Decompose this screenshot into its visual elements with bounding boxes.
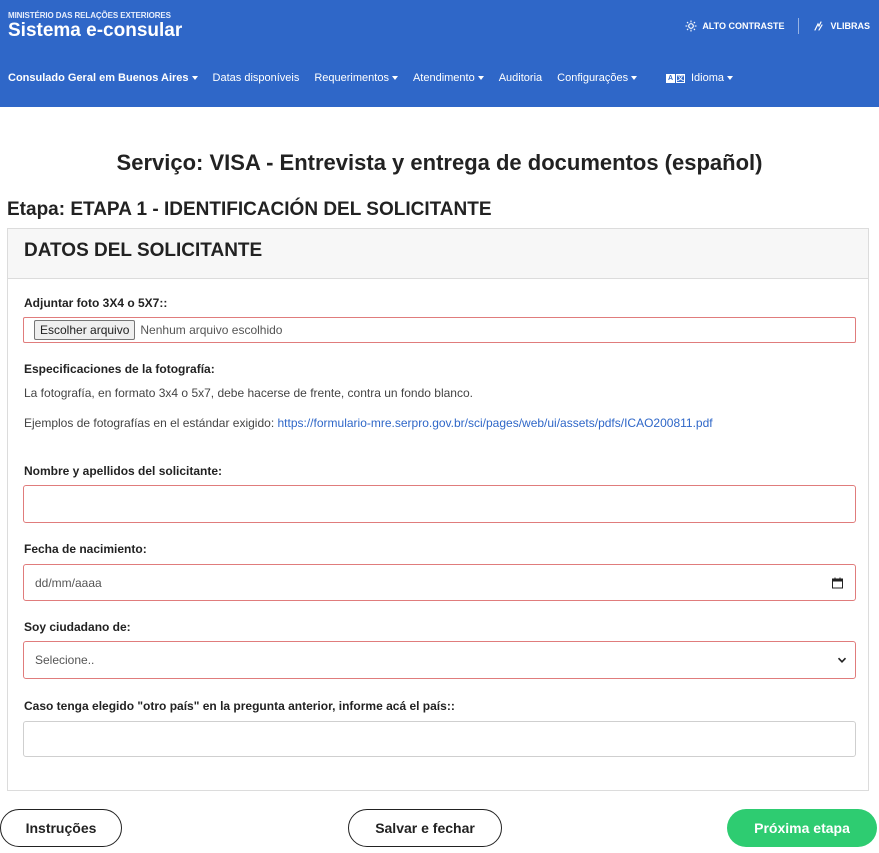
name-label: Nombre y apellidos del solicitante: [24, 464, 223, 478]
photo-spec-label: Especificaciones de la fotografía: [24, 362, 215, 376]
nav-attendance[interactable]: Atendimento [413, 72, 484, 84]
caret-down-icon [727, 76, 734, 80]
stage-title: Etapa: ETAPA 1 - IDENTIFICACIÓN DEL SOLI… [7, 199, 492, 220]
nav-consulate[interactable]: Consulado Geral em Buenos Aires [8, 72, 198, 84]
name-input[interactable] [23, 485, 856, 523]
other-country-input[interactable] [23, 721, 856, 757]
nav-settings[interactable]: Configurações [557, 72, 638, 84]
choose-file-button[interactable]: Escolher arquivo [34, 320, 136, 340]
nav-requests[interactable]: Requerimentos [314, 72, 398, 84]
photo-file-input[interactable]: Escolher arquivo Nenhum arquivo escolhid… [23, 317, 856, 343]
caret-down-icon [191, 76, 198, 80]
service-title: Serviço: VISA - Entrevista y entrega de … [116, 150, 763, 175]
photo-spec-text: La fotografía, en formato 3x4 o 5x7, deb… [24, 386, 473, 400]
next-step-button[interactable]: Próxima etapa [727, 809, 877, 847]
language-menu[interactable]: A文 Idioma [666, 72, 734, 84]
birth-date-label: Fecha de nacimiento: [24, 542, 147, 556]
other-country-label: Caso tenga elegido "otro país" en la pre… [24, 699, 455, 713]
high-contrast-button[interactable]: ALTO CONTRASTE [685, 20, 784, 32]
ministry-label: MINISTÉRIO DAS RELAÇÕES EXTERIORES [8, 11, 171, 20]
chevron-down-icon [837, 657, 847, 663]
nav-available-dates[interactable]: Datas disponíveis [213, 72, 300, 84]
caret-down-icon [477, 76, 484, 80]
caret-down-icon [391, 76, 398, 80]
app-header: MINISTÉRIO DAS RELAÇÕES EXTERIORES Siste… [0, 0, 879, 107]
citizenship-label: Soy ciudadano de: [24, 620, 131, 634]
contrast-icon [685, 20, 697, 32]
citizenship-select[interactable]: Selecione.. [23, 641, 856, 679]
app-title[interactable]: Sistema e-consular [8, 20, 182, 42]
translate-icon: A文 [666, 73, 685, 83]
card-title: DATOS DEL SOLICITANTE [8, 229, 868, 279]
file-status: Nenhum arquivo escolhido [140, 323, 283, 337]
main-nav: Consulado Geral em Buenos Aires Datas di… [8, 72, 652, 84]
photo-examples-text: Ejemplos de fotografías en el estándar e… [24, 416, 713, 430]
divider [798, 18, 800, 34]
caret-down-icon [631, 76, 638, 80]
save-close-button[interactable]: Salvar e fechar [348, 809, 502, 847]
citizenship-selected: Selecione.. [35, 653, 95, 667]
instructions-button[interactable]: Instruções [0, 809, 122, 847]
photo-label: Adjuntar foto 3X4 o 5X7:: [24, 296, 168, 310]
applicant-form-card: DATOS DEL SOLICITANTE Adjuntar foto 3X4 … [7, 228, 869, 791]
vlibras-label: VLIBRAS [830, 21, 870, 31]
birth-date-placeholder: dd/mm/aaaa [35, 575, 102, 590]
birth-date-input[interactable]: dd/mm/aaaa [23, 564, 856, 601]
calendar-icon[interactable] [832, 577, 843, 588]
high-contrast-label: ALTO CONTRASTE [702, 21, 785, 31]
language-label: Idioma [691, 72, 725, 84]
vlibras-button[interactable]: VLIBRAS [813, 20, 870, 32]
accessibility-bar: ALTO CONTRASTE VLIBRAS [685, 18, 870, 34]
photo-examples-link[interactable]: https://formulario-mre.serpro.gov.br/sci… [278, 416, 713, 430]
nav-audit[interactable]: Auditoria [499, 72, 542, 84]
sign-language-icon [814, 21, 824, 31]
